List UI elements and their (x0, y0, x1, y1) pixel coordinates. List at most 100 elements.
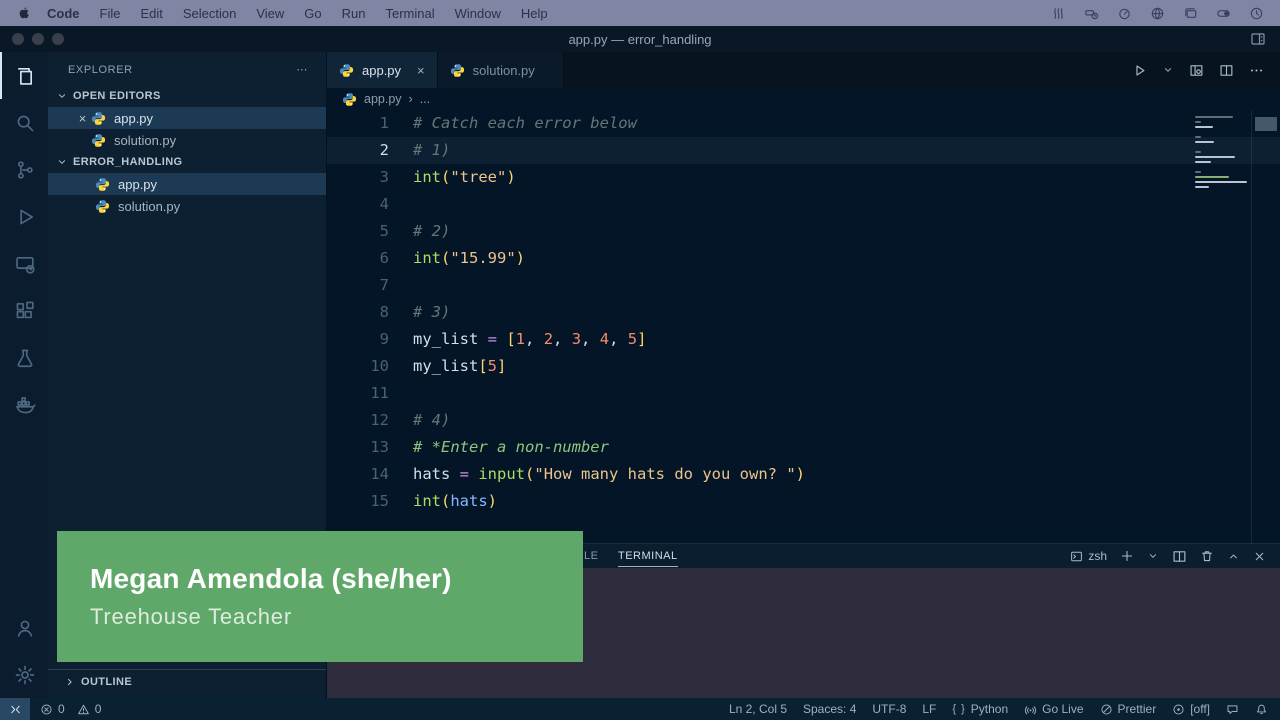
code-token[interactable]: , (553, 330, 572, 348)
code-line-7[interactable]: 7 (327, 272, 1280, 299)
status-eol[interactable]: LF (922, 702, 936, 716)
line-number[interactable]: 3 (327, 164, 389, 191)
code-token[interactable]: my_list (413, 330, 488, 348)
menu-go[interactable]: Go (294, 6, 331, 21)
split-terminal-icon[interactable] (1172, 549, 1187, 564)
code-line-11[interactable]: 11 (327, 380, 1280, 407)
panel-tab-terminal[interactable]: TERMINAL (618, 550, 678, 567)
code-line-10[interactable]: 10my_list[5] (327, 353, 1280, 380)
code-token[interactable]: hats (450, 492, 487, 510)
status-cursor-position[interactable]: Ln 2, Col 5 (729, 702, 787, 716)
open-editor-solution.py[interactable]: solution.py (48, 129, 326, 151)
code-token[interactable]: # Catch each error below (413, 114, 637, 132)
menu-run[interactable]: Run (332, 6, 376, 21)
activity-extensions[interactable] (0, 287, 48, 334)
line-number[interactable]: 13 (327, 434, 389, 461)
code-token[interactable]: "tree" (450, 168, 506, 186)
activity-run-and-debug[interactable] (0, 193, 48, 240)
code-token[interactable]: ( (525, 465, 534, 483)
code-token[interactable]: , (525, 330, 544, 348)
menu-help[interactable]: Help (511, 6, 558, 21)
status-feedback[interactable] (1226, 703, 1239, 716)
code-line-text[interactable]: my_list = [1, 2, 3, 4, 5] (389, 326, 646, 353)
code-token[interactable]: ] (637, 330, 646, 348)
line-number[interactable]: 7 (327, 272, 389, 299)
code-token[interactable]: , (581, 330, 600, 348)
zoom-window-button[interactable] (52, 33, 64, 45)
sync-globe-icon[interactable] (1150, 6, 1165, 21)
code-token[interactable]: int (413, 249, 441, 267)
waves-icon[interactable] (1051, 6, 1066, 21)
status-errors[interactable]: 0 (40, 702, 65, 716)
open-changes-icon[interactable] (1189, 63, 1204, 78)
close-panel-icon[interactable] (1253, 550, 1266, 563)
panel-tab-debug-console[interactable]: LE (584, 550, 598, 562)
code-token[interactable]: ] (497, 357, 506, 375)
code-token[interactable]: [ (478, 357, 487, 375)
code-line-6[interactable]: 6int("15.99") (327, 245, 1280, 272)
code-line-text[interactable]: # 4) (389, 407, 450, 434)
status-indentation[interactable]: Spaces: 4 (803, 702, 856, 716)
terminal-dropdown-icon[interactable] (1147, 550, 1159, 562)
status-prettier[interactable]: Prettier (1100, 702, 1157, 716)
menu-edit[interactable]: Edit (130, 6, 172, 21)
shell-selector[interactable]: zsh (1070, 549, 1107, 563)
activity-source-control[interactable] (0, 146, 48, 193)
windows-icon[interactable] (1183, 6, 1198, 21)
line-number[interactable]: 2 (327, 137, 389, 164)
code-line-3[interactable]: 3int("tree") (327, 164, 1280, 191)
code-token[interactable]: = (460, 465, 479, 483)
code-line-text[interactable] (389, 191, 413, 218)
menu-terminal[interactable]: Terminal (376, 6, 445, 21)
code-token[interactable]: # *Enter a non-number (413, 438, 609, 456)
docker-status-icon[interactable] (1084, 6, 1099, 21)
activity-remote-explorer[interactable] (0, 240, 48, 287)
activity-docker[interactable] (0, 381, 48, 428)
code-line-1[interactable]: 1# Catch each error below (327, 110, 1280, 137)
code-line-text[interactable]: # 3) (389, 299, 450, 326)
line-number[interactable]: 12 (327, 407, 389, 434)
code-token[interactable]: 1 (516, 330, 525, 348)
toggle-icon[interactable] (1216, 6, 1231, 21)
close-editor-icon[interactable]: × (74, 111, 91, 126)
line-number[interactable]: 8 (327, 299, 389, 326)
code-token[interactable]: ( (441, 168, 450, 186)
tab-solution.py[interactable]: solution.py (438, 52, 564, 88)
code-line-8[interactable]: 8 # 3) (327, 299, 1280, 326)
menu-window[interactable]: Window (445, 6, 511, 21)
status-warnings[interactable]: 0 (77, 702, 102, 716)
code-token[interactable]: [ (506, 330, 515, 348)
breadcrumb[interactable]: app.py › ... (327, 88, 1280, 110)
open-editor-app.py[interactable]: ×app.py (48, 107, 326, 129)
code-token[interactable]: int (413, 168, 441, 186)
new-terminal-icon[interactable] (1120, 549, 1134, 563)
code-token[interactable]: , (609, 330, 628, 348)
customize-layout-icon[interactable] (1250, 31, 1266, 47)
tab-app.py[interactable]: app.py× (327, 52, 438, 88)
status-encoding[interactable]: UTF-8 (872, 702, 906, 716)
code-line-12[interactable]: 12 # 4) (327, 407, 1280, 434)
remote-indicator[interactable] (0, 698, 30, 720)
code-token[interactable]: ( (441, 249, 450, 267)
code-editor[interactable]: 1# Catch each error below2# 1)3int("tree… (327, 110, 1280, 543)
activity-explorer[interactable] (0, 52, 48, 99)
scrollbar-slider[interactable] (1255, 117, 1277, 131)
code-line-text[interactable] (389, 380, 413, 407)
line-number[interactable]: 11 (327, 380, 389, 407)
file-solution.py[interactable]: solution.py (48, 195, 326, 217)
code-token[interactable]: 2 (544, 330, 553, 348)
clock-icon[interactable] (1249, 6, 1264, 21)
code-token[interactable]: # 4) (413, 411, 450, 429)
activity-testing[interactable] (0, 334, 48, 381)
menu-file[interactable]: File (90, 6, 131, 21)
code-token[interactable]: = (488, 330, 507, 348)
code-token[interactable]: # 3) (413, 303, 450, 321)
menu-selection[interactable]: Selection (173, 6, 246, 21)
line-number[interactable]: 4 (327, 191, 389, 218)
line-number[interactable]: 14 (327, 461, 389, 488)
code-line-9[interactable]: 9my_list = [1, 2, 3, 4, 5] (327, 326, 1280, 353)
code-token[interactable]: "15.99" (450, 249, 515, 267)
code-token[interactable]: input (478, 465, 525, 483)
code-token[interactable]: hats (413, 465, 460, 483)
code-token[interactable]: "How many hats do you own? " (534, 465, 795, 483)
